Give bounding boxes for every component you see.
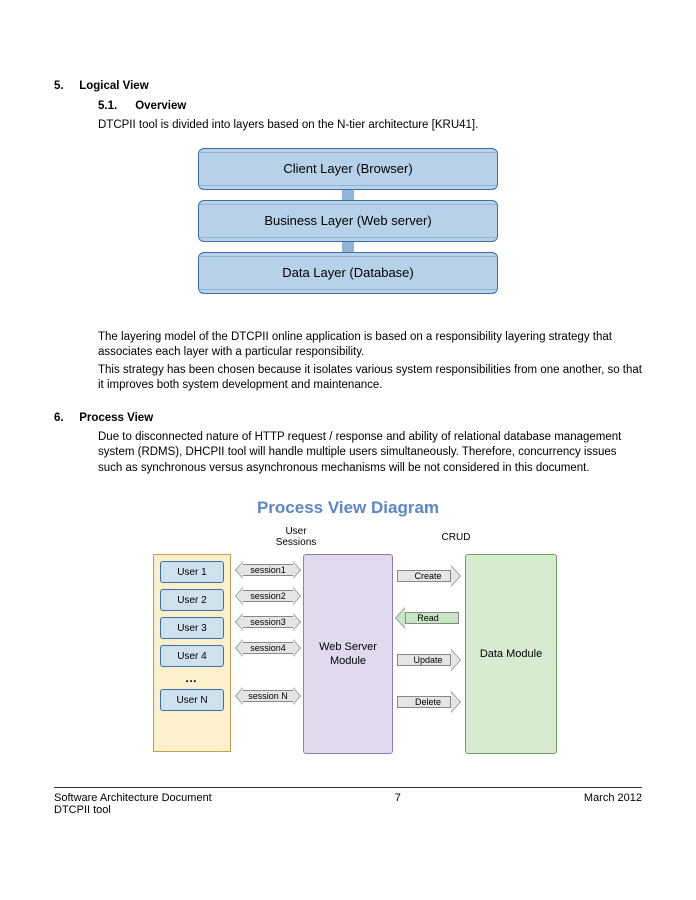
- section-5-heading: 5. Logical View: [54, 80, 642, 92]
- footer-date: March 2012: [584, 792, 642, 816]
- section-title: Logical View: [79, 80, 148, 92]
- section-number: 6.: [54, 412, 76, 424]
- layer-client: Client Layer (Browser): [198, 148, 498, 190]
- ellipsis: …: [160, 673, 224, 683]
- crud-delete-arrow: Delete: [397, 690, 459, 714]
- process-diagram-title: Process View Diagram: [54, 498, 642, 518]
- footer-doc-title: Software Architecture Document: [54, 792, 212, 804]
- user-box: User 3: [160, 617, 224, 639]
- process-diagram: User Sessions CRUD User 1 User 2 User 3 …: [113, 526, 583, 766]
- user-box: User N: [160, 689, 224, 711]
- page-footer: Software Architecture Document DTCPII to…: [54, 787, 642, 816]
- footer-left: Software Architecture Document DTCPII to…: [54, 792, 212, 816]
- session-arrow: session1: [237, 560, 299, 580]
- document-page: 5. Logical View 5.1. Overview DTCPII too…: [0, 0, 696, 840]
- para-strategy: This strategy has been chosen because it…: [98, 363, 642, 394]
- session-arrow: session4: [237, 638, 299, 658]
- user-box: User 2: [160, 589, 224, 611]
- footer-tool-name: DTCPII tool: [54, 804, 212, 816]
- layer-data: Data Layer (Database): [198, 252, 498, 294]
- user-box: User 1: [160, 561, 224, 583]
- para-layering: The layering model of the DTCPII online …: [98, 330, 642, 361]
- user-box: User 4: [160, 645, 224, 667]
- subsection-title: Overview: [135, 100, 186, 112]
- section-number: 5.: [54, 80, 76, 92]
- session-arrow: session N: [237, 686, 299, 706]
- crud-update-arrow: Update: [397, 648, 459, 672]
- layer-connector: [342, 242, 354, 252]
- crud-column: Create Read Update Delete: [397, 564, 459, 714]
- session-arrow: session2: [237, 586, 299, 606]
- label-user-sessions: User Sessions: [271, 526, 321, 548]
- web-server-module: Web Server Module: [303, 554, 393, 754]
- users-container: User 1 User 2 User 3 User 4 … User N: [153, 554, 231, 752]
- label-crud: CRUD: [431, 532, 481, 543]
- data-module: Data Module: [465, 554, 557, 754]
- section-6-heading: 6. Process View: [54, 412, 642, 424]
- crud-read-arrow: Read: [397, 606, 459, 630]
- sessions-column: session1 session2 session3 session4 sess…: [237, 560, 299, 706]
- layer-diagram: Client Layer (Browser) Business Layer (W…: [198, 148, 498, 294]
- subsection-number: 5.1.: [98, 100, 132, 112]
- session-arrow: session3: [237, 612, 299, 632]
- footer-page-number: 7: [395, 792, 401, 816]
- section-title: Process View: [79, 412, 153, 424]
- layer-connector: [342, 190, 354, 200]
- para-process: Due to disconnected nature of HTTP reque…: [98, 430, 642, 477]
- crud-create-arrow: Create: [397, 564, 459, 588]
- subsection-5-1-heading: 5.1. Overview: [98, 100, 642, 112]
- intro-text: DTCPII tool is divided into layers based…: [98, 118, 642, 134]
- layer-business: Business Layer (Web server): [198, 200, 498, 242]
